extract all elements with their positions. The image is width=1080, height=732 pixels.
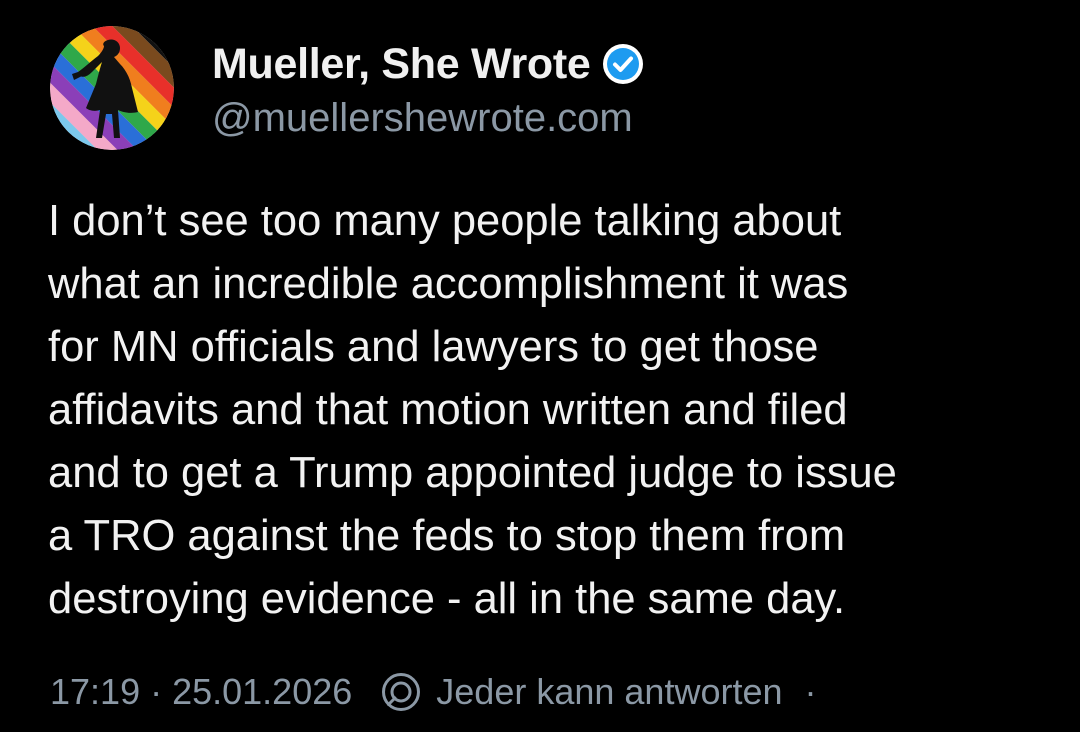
meta-trailing-separator: · <box>804 671 817 712</box>
rainbow-silhouette-avatar-icon <box>50 26 174 150</box>
post-text-line: a TRO against the feds to stop them from <box>48 512 846 560</box>
reply-settings-icon <box>380 671 422 713</box>
reply-setting-label[interactable]: Jeder kann antworten <box>436 671 782 713</box>
post-text-line: affidavits and that motion written and f… <box>48 386 848 434</box>
post-text-line: I don’t see too many people talking abou… <box>48 197 842 245</box>
author-handle[interactable]: @muellershewrote.com <box>212 96 633 141</box>
post-text-line: for MN officials and lawyers to get thos… <box>48 323 819 371</box>
avatar[interactable] <box>50 26 174 150</box>
post-text-line: what an incredible accomplishment it was <box>48 260 849 308</box>
post-text: I don’t see too many people talking abou… <box>48 190 1038 631</box>
meta-separator: · <box>150 671 163 712</box>
post-meta: 17:19 · 25.01.2026 Jeder kann antworten … <box>50 664 817 720</box>
post-time[interactable]: 17:19 <box>50 671 140 713</box>
post-text-line: and to get a Trump appointed judge to is… <box>48 449 897 497</box>
post: Mueller, She Wrote @muellershewrote.com … <box>0 0 1080 732</box>
post-date[interactable]: 25.01.2026 <box>172 671 352 713</box>
verified-badge-icon <box>601 42 645 86</box>
post-text-line: destroying evidence - all in the same da… <box>48 575 846 623</box>
author-display-name[interactable]: Mueller, She Wrote <box>212 40 591 89</box>
author-name-row: Mueller, She Wrote <box>212 36 645 92</box>
